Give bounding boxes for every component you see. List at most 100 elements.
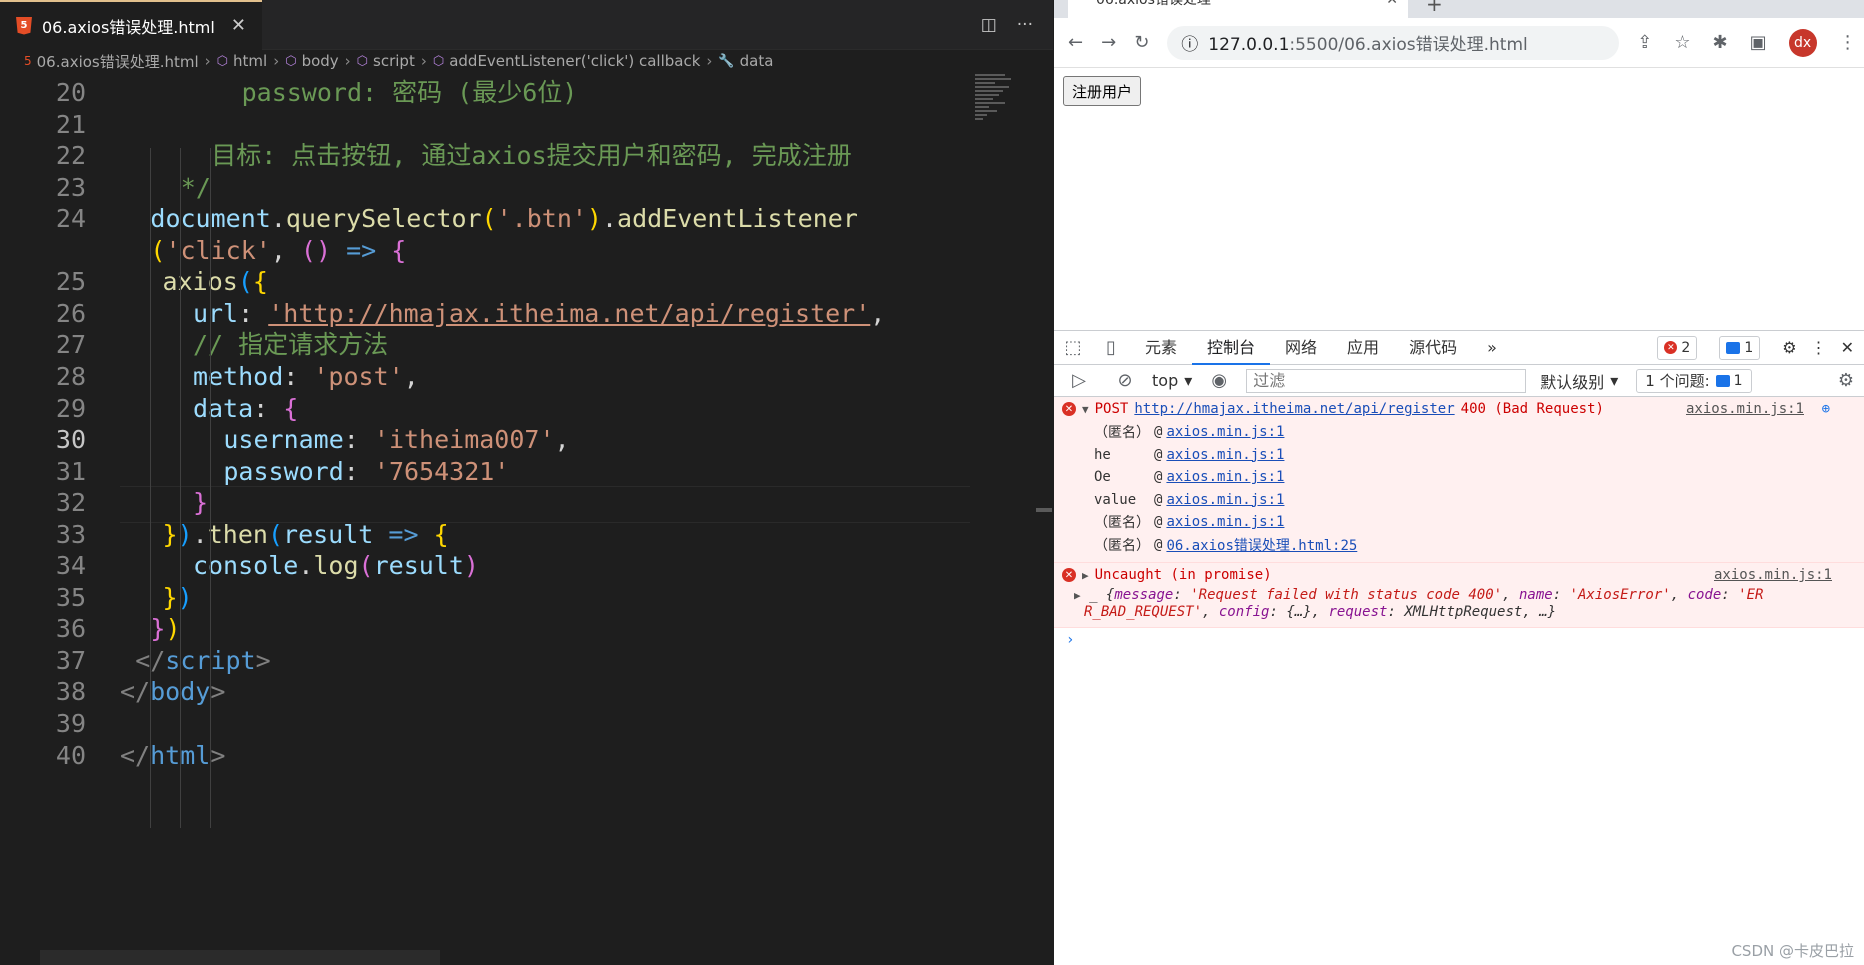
device-toggle-icon[interactable]: ▯	[1092, 337, 1130, 358]
code-editor[interactable]: 5 06.axios错误处理.html ✕ ◫ ··· 5 06.axios错误处…	[0, 0, 1053, 965]
stack-source-link[interactable]: axios.min.js:1	[1166, 447, 1284, 463]
breadcrumb-item[interactable]: 5 06.axios错误处理.html	[24, 51, 199, 72]
code-token: .	[601, 204, 618, 234]
obj-value: {…}	[1286, 604, 1312, 620]
browser-tabstrip: 06.axios错误处理 ✕ +	[1054, 0, 1864, 18]
error-source-link[interactable]: axios.min.js:1	[1714, 567, 1832, 583]
editor-tab[interactable]: 5 06.axios错误处理.html ✕	[0, 0, 262, 50]
minimap[interactable]	[975, 74, 1015, 164]
expand-triangle-icon[interactable]: ▶	[1082, 569, 1089, 582]
stack-source-link[interactable]: axios.min.js:1	[1166, 424, 1284, 440]
levels-select[interactable]: 默认级别 ▾	[1540, 369, 1618, 393]
stack-source-link[interactable]: axios.min.js:1	[1166, 469, 1284, 485]
chevron-down-icon: ▾	[1184, 371, 1193, 390]
code-token: 'http://hmajax.itheima.net/api/register'	[268, 298, 871, 328]
menu-icon[interactable]: ⋮	[1839, 32, 1857, 53]
tab-network[interactable]: 网络	[1270, 331, 1332, 365]
breadcrumb-item[interactable]: 🔧 data	[718, 52, 773, 70]
issues-button[interactable]: 1 个问题: 1	[1636, 368, 1752, 393]
code-area[interactable]: 20 password: 密码 (最少6位) 21 22 目标: 点击按钮, 通过axi…	[0, 74, 1030, 954]
stack-frame: he @ axios.min.js:1	[1054, 444, 1864, 467]
reload-icon[interactable]: ↻	[1134, 32, 1149, 53]
cube-icon: ⬡	[432, 53, 445, 69]
inspect-icon[interactable]: ⬚	[1054, 337, 1092, 358]
stack-function: （匿名）	[1094, 537, 1150, 554]
gear-icon[interactable]: ⚙	[1782, 338, 1796, 357]
star-icon[interactable]: ☆	[1674, 32, 1690, 53]
obj-value: XMLHttpRequest	[1404, 604, 1523, 620]
close-icon[interactable]: ✕	[1386, 0, 1398, 12]
share-icon[interactable]: ⇪	[1637, 32, 1652, 53]
close-icon[interactable]: ✕	[1841, 338, 1854, 357]
cube-icon: ⬡	[285, 53, 297, 69]
tab-elements[interactable]: 元素	[1130, 331, 1192, 365]
console-prompt[interactable]: ›	[1054, 628, 1864, 652]
code-token: }	[150, 614, 166, 644]
stack-source-link[interactable]: 06.axios错误处理.html:25	[1166, 535, 1357, 555]
cube-icon: ⬡	[216, 53, 229, 69]
code-token: {	[391, 235, 407, 265]
chevron-down-icon: ▾	[1610, 371, 1619, 390]
sidebar-toggle-icon[interactable]: ▷	[1060, 370, 1098, 391]
axios-error-object[interactable]: ▶ _ {message: 'Request failed with statu…	[1054, 587, 1864, 627]
browser-tab-title: 06.axios错误处理	[1096, 0, 1211, 8]
code-token: =>	[388, 519, 419, 549]
breadcrumb-label: body	[301, 52, 339, 70]
breadcrumb-item[interactable]: ⬡ body	[285, 52, 338, 70]
code-token: 'click'	[165, 235, 271, 265]
code-token: addEventListener	[617, 204, 858, 234]
breadcrumb-separator: ›	[344, 52, 351, 70]
horizontal-scrollbar[interactable]	[40, 950, 440, 965]
avatar[interactable]: dx	[1788, 28, 1817, 57]
gear-icon[interactable]: ⚙	[1838, 370, 1864, 391]
code-token: // 指定请求方法	[192, 330, 389, 360]
context-select[interactable]: top ▾	[1152, 371, 1192, 390]
message-count-badge[interactable]: 1	[1719, 335, 1761, 360]
code-token: </	[120, 740, 151, 770]
code-token: :	[283, 361, 314, 391]
stack-source-link[interactable]: axios.min.js:1	[1166, 514, 1284, 530]
breadcrumb-item[interactable]: ⬡ script	[357, 52, 415, 70]
address-bar[interactable]: ⓘ 127.0.0.1:5500/06.axios错误处理.html	[1167, 25, 1620, 60]
code-token: </	[120, 677, 151, 707]
clear-console-icon[interactable]: ⊘	[1106, 370, 1144, 391]
tab-console[interactable]: 控制台	[1192, 331, 1271, 365]
more-tabs-icon[interactable]: »	[1472, 331, 1512, 365]
info-icon[interactable]: ⓘ	[1181, 30, 1198, 55]
close-icon[interactable]: ✕	[231, 15, 246, 36]
expand-triangle-icon[interactable]: ▶	[1074, 589, 1081, 602]
kebab-menu-icon[interactable]: ⋮	[1811, 338, 1827, 357]
more-actions-icon[interactable]: ···	[1017, 15, 1033, 35]
tab-sources[interactable]: 源代码	[1394, 331, 1472, 365]
error-count-badge[interactable]: ✕ 2	[1657, 335, 1698, 360]
stack-function: value	[1094, 491, 1137, 508]
breadcrumb-item[interactable]: ⬡ html	[217, 52, 268, 70]
stack-at: @	[1154, 469, 1163, 486]
sidepanel-icon[interactable]: ▣	[1750, 32, 1767, 53]
extensions-icon[interactable]: ✱	[1713, 32, 1728, 53]
code-token: result	[373, 551, 464, 581]
object-lead: _ {	[1089, 587, 1115, 603]
forward-icon[interactable]: →	[1101, 32, 1116, 53]
register-button[interactable]: 注册用户	[1063, 76, 1142, 106]
split-editor-icon[interactable]: ◫	[981, 15, 997, 35]
new-tab-icon[interactable]: +	[1426, 0, 1443, 16]
eye-icon[interactable]: ◉	[1200, 370, 1238, 391]
breadcrumb-item[interactable]: ⬡ addEventListener('click') callback	[433, 52, 701, 70]
expand-triangle-icon[interactable]: ▼	[1082, 403, 1089, 416]
console-output: ✕ ▼ POST http://hmajax.itheima.net/api/r…	[1054, 397, 1864, 652]
code-token: >	[210, 677, 226, 707]
filter-input[interactable]	[1246, 368, 1527, 393]
editor-scrollbar[interactable]	[1036, 508, 1052, 512]
network-icon[interactable]: ⊕	[1822, 401, 1830, 417]
request-url-link[interactable]: http://hmajax.itheima.net/api/register	[1134, 401, 1454, 417]
stack-source-link[interactable]: axios.min.js:1	[1166, 492, 1284, 508]
back-icon[interactable]: ←	[1068, 32, 1083, 53]
browser-window: 06.axios错误处理 ✕ + ← → ↻ ⓘ 127.0.0.1:5500/…	[1054, 0, 1864, 965]
error-source-link[interactable]: axios.min.js:1	[1686, 401, 1804, 417]
code-token: (	[237, 267, 253, 297]
tab-application[interactable]: 应用	[1332, 331, 1394, 365]
uncaught-title: Uncaught (in promise)	[1094, 567, 1272, 583]
browser-tab[interactable]: 06.axios错误处理 ✕	[1068, 0, 1408, 18]
